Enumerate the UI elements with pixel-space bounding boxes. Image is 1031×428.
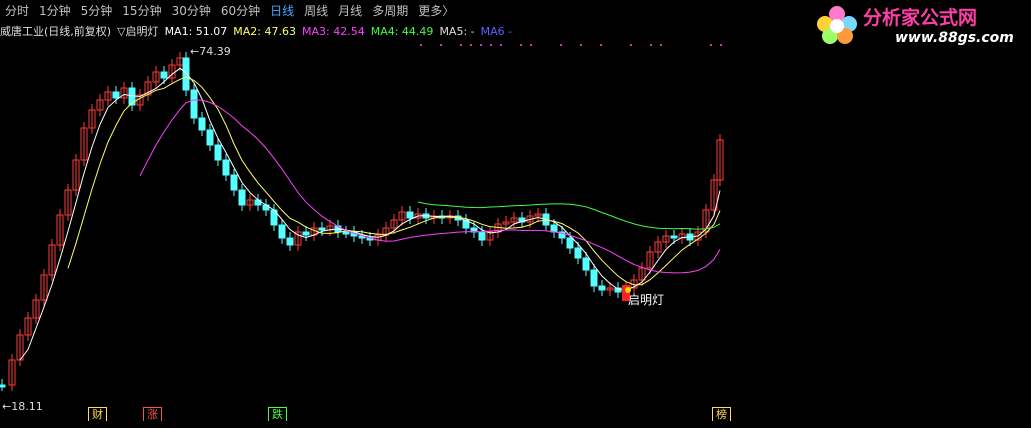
indicator-dot	[530, 44, 532, 46]
candle-body	[238, 189, 246, 206]
indicator-name[interactable]: ▽启明灯	[117, 24, 158, 40]
indicator-dot	[490, 44, 492, 46]
flower-logo-icon	[817, 6, 857, 44]
indicator-dot	[650, 44, 652, 46]
candle-body	[112, 91, 120, 99]
ma2-value: MA2: 47.63	[233, 25, 296, 38]
candle-body	[342, 231, 350, 235]
status-bar	[0, 421, 1031, 428]
indicator-dot	[580, 44, 582, 46]
period-tab-8[interactable]: 月线	[333, 0, 367, 22]
candle-body	[0, 384, 6, 388]
candle-body	[598, 285, 606, 291]
indicator-dot	[480, 44, 482, 46]
ma1-value: MA1: 51.07	[164, 25, 228, 38]
candle-body	[550, 224, 558, 233]
period-tab-4[interactable]: 30分钟	[167, 0, 216, 22]
indicator-dot	[520, 44, 522, 46]
ma3-line	[139, 99, 721, 274]
candle-body	[230, 174, 238, 191]
indicator-dot	[630, 44, 632, 46]
candle-body	[406, 211, 414, 219]
logo: 分析家公式网 www.88gs.com	[817, 6, 1014, 46]
candle-body	[670, 235, 678, 239]
indicator-dot	[720, 44, 722, 46]
period-tab-3[interactable]: 15分钟	[117, 0, 166, 22]
indicator-info-bar: 威唐工业(日线,前复权) ▽启明灯 MA1: 51.07 MA2: 47.63 …	[0, 24, 512, 40]
candle-body	[222, 159, 230, 176]
candle-body	[582, 257, 590, 271]
period-tab-10[interactable]: 更多〉	[413, 0, 459, 22]
candle-body	[574, 247, 582, 259]
period-tab-5[interactable]: 60分钟	[216, 0, 265, 22]
ma2-line	[67, 76, 721, 286]
ma1-line	[19, 67, 721, 361]
period-tab-6[interactable]: 日线	[265, 0, 299, 22]
indicator-dot	[420, 44, 422, 46]
candle-body	[286, 237, 294, 246]
signal-label: 启明灯	[628, 293, 664, 307]
indicator-dot	[470, 44, 472, 46]
candle-body	[478, 231, 486, 241]
period-tab-0[interactable]: 分时	[0, 0, 34, 22]
candle-body	[198, 117, 206, 131]
candle-body	[182, 57, 190, 91]
candle-body	[278, 224, 286, 239]
candle-body	[318, 227, 326, 231]
candle-body	[590, 269, 598, 287]
ma6-value: MA6 -	[480, 25, 513, 38]
period-tab-2[interactable]: 5分钟	[76, 0, 118, 22]
candle-body	[206, 129, 214, 146]
period-tab-7[interactable]: 周线	[299, 0, 333, 22]
candle-body	[302, 231, 310, 236]
ma5-value: MA5: -	[439, 25, 475, 38]
indicator-dot	[460, 44, 462, 46]
period-tab-1[interactable]: 1分钟	[34, 0, 76, 22]
candle-body	[190, 89, 198, 119]
indicator-dot	[710, 44, 712, 46]
indicator-dot	[500, 44, 502, 46]
indicator-dot	[440, 44, 442, 46]
stock-name[interactable]: 威唐工业(日线,前复权)	[0, 24, 111, 40]
indicator-dot	[600, 44, 602, 46]
period-tab-9[interactable]: 多周期	[367, 0, 413, 22]
ma4-value: MA4: 44.49	[370, 25, 434, 38]
ma3-value: MA3: 42.54	[302, 25, 365, 38]
candle-body	[214, 144, 222, 161]
logo-title: 分析家公式网	[863, 6, 977, 29]
low-price-label: ←18.11	[2, 400, 43, 413]
high-price-label: ←74.39	[190, 45, 231, 58]
candlestick-chart[interactable]: ←74.39 ←18.11 启明灯	[0, 0, 1031, 428]
candle-body	[566, 237, 574, 249]
indicator-dot	[560, 44, 562, 46]
indicator-dot	[660, 44, 662, 46]
logo-url: www.88gs.com	[895, 30, 1014, 46]
candle-body	[160, 71, 168, 79]
